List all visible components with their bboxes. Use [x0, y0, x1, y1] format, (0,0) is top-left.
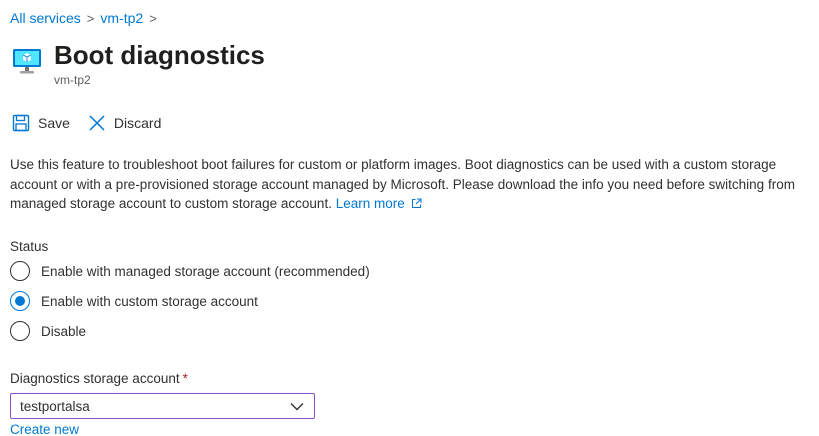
- storage-account-label-text: Diagnostics storage account: [10, 371, 180, 386]
- breadcrumb-separator: >: [149, 10, 157, 26]
- learn-more-link[interactable]: Learn more: [336, 196, 422, 211]
- discard-label: Discard: [113, 115, 162, 131]
- radio-button-checked[interactable]: [10, 291, 30, 311]
- dropdown-selected-value: testportalsa: [20, 398, 90, 414]
- create-new-link[interactable]: Create new: [10, 422, 79, 436]
- status-label: Status: [10, 239, 49, 254]
- radio-disable[interactable]: Disable: [10, 321, 86, 341]
- radio-label: Enable with managed storage account (rec…: [41, 263, 370, 279]
- learn-more-label: Learn more: [335, 196, 405, 211]
- discard-button[interactable]: Discard: [88, 114, 161, 132]
- radio-button[interactable]: [10, 261, 30, 281]
- breadcrumb: All services > vm-tp2 >: [10, 8, 163, 28]
- radio-label: Enable with custom storage account: [41, 293, 258, 309]
- external-link-icon: [411, 198, 422, 208]
- close-icon: [89, 115, 105, 131]
- radio-custom-storage[interactable]: Enable with custom storage account: [10, 291, 258, 311]
- save-icon: [12, 114, 30, 132]
- page-header: Boot diagnostics vm-tp2: [12, 38, 265, 87]
- radio-label: Disable: [41, 323, 87, 339]
- breadcrumb-all-services[interactable]: All services: [10, 10, 81, 26]
- radio-managed-storage[interactable]: Enable with managed storage account (rec…: [10, 261, 370, 281]
- virtual-machine-icon: [13, 49, 41, 74]
- save-label: Save: [38, 115, 70, 131]
- feature-description: Use this feature to troubleshoot boot fa…: [10, 155, 810, 214]
- breadcrumb-separator: >: [86, 10, 95, 26]
- radio-dot: [15, 296, 25, 306]
- radio-button[interactable]: [10, 321, 30, 341]
- storage-account-label: Diagnostics storage account *: [10, 371, 188, 386]
- chevron-down-icon: [290, 402, 304, 410]
- storage-account-dropdown[interactable]: testportalsa: [10, 393, 315, 419]
- page-title: Boot diagnostics: [54, 40, 265, 70]
- save-button[interactable]: Save: [12, 114, 70, 132]
- command-bar: Save Discard: [12, 110, 179, 136]
- breadcrumb-vm[interactable]: vm-tp2: [100, 10, 143, 26]
- required-asterisk: *: [182, 371, 188, 386]
- page-subtitle: vm-tp2: [54, 73, 91, 87]
